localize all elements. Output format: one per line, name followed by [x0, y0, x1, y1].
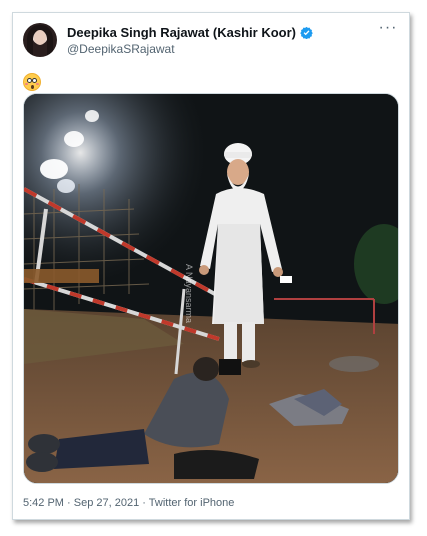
tweet-card: Deepika Singh Rajawat (Kashir Koor) @Dee… [12, 12, 410, 520]
author-name[interactable]: Deepika Singh Rajawat (Kashir Koor) [67, 25, 296, 40]
tweet-header: Deepika Singh Rajawat (Kashir Koor) @Dee… [23, 20, 399, 63]
verified-badge-icon [300, 26, 313, 39]
author-handle[interactable]: @DeepikaSRajawat [67, 42, 175, 56]
avatar-face [34, 30, 46, 45]
tweet-footer: 5:42 PM · Sep 27, 2021 · Twitter for iPh… [23, 497, 234, 509]
photo-illustration: A Nayansarma [24, 94, 398, 483]
tweet-timestamp[interactable]: 5:42 PM · Sep 27, 2021 [23, 497, 139, 509]
tweet-source[interactable]: Twitter for iPhone [149, 497, 235, 509]
media-watermark: A Nayansarma [184, 264, 194, 323]
flushed-face-emoji-icon [23, 73, 41, 91]
author-avatar[interactable] [23, 23, 57, 57]
more-options-icon[interactable]: ··· [377, 20, 399, 41]
tweet-media-photo[interactable]: A Nayansarma [23, 93, 399, 484]
author-name-row[interactable]: Deepika Singh Rajawat (Kashir Koor) [67, 25, 313, 40]
